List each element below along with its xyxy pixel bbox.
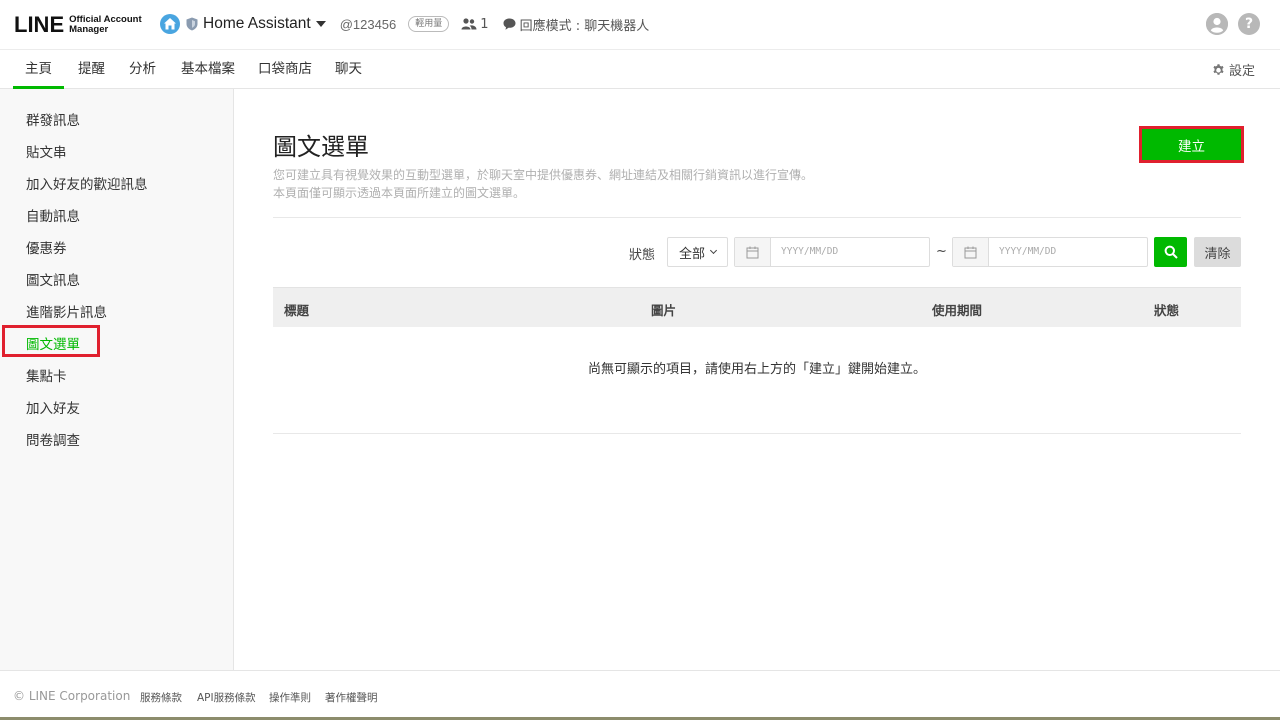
search-button[interactable] (1154, 237, 1187, 267)
logo-sub-text: Official Account Manager (69, 15, 142, 35)
footer-link-copyright[interactable]: 著作權聲明 (325, 690, 378, 705)
table-bottom-divider (273, 433, 1241, 434)
date-from-input[interactable]: YYYY/MM/DD (734, 237, 930, 267)
tab-chat[interactable]: 聊天 (335, 50, 362, 89)
account-name: Home Assistant (203, 15, 311, 32)
home-icon (164, 18, 176, 30)
date-range-separator: ~ (936, 244, 947, 259)
calendar-glyph (746, 246, 759, 258)
tab-profile[interactable]: 基本檔案 (181, 50, 235, 89)
tab-analytics[interactable]: 分析 (129, 50, 156, 89)
chevron-down-icon (709, 246, 718, 255)
create-button[interactable]: 建立 (1142, 129, 1241, 160)
footer-link-terms[interactable]: 服務條款 (140, 690, 182, 705)
description-line-1: 您可建立具有視覺效果的互動型選單，於聊天室中提供優惠券、網址連結及相關行銷資訊以… (273, 168, 814, 182)
gear-icon (1213, 63, 1224, 75)
account-switcher[interactable]: Home Assistant @123456 輕用量 1 回應模式 : 聊天機器… (160, 13, 649, 35)
sidebar-item-auto-reply[interactable]: 自動訊息 (26, 205, 80, 225)
header-divider (273, 217, 1241, 218)
users-icon (461, 18, 477, 30)
logo-sub-line-2: Manager (69, 24, 109, 35)
page-description: 您可建立具有視覺效果的互動型選單，於聊天室中提供優惠券、網址連結及相關行銷資訊以… (273, 166, 813, 202)
footer-link-api-terms[interactable]: API服務條款 (197, 690, 256, 705)
status-select-value: 全部 (678, 246, 705, 262)
chat-bubble-icon (503, 18, 516, 30)
tab-notifications[interactable]: 提醒 (78, 50, 105, 89)
copyright: © LINE Corporation (13, 689, 131, 703)
column-status[interactable]: 狀態 (1154, 300, 1179, 319)
sidebar-item-coupons[interactable]: 優惠券 (26, 237, 67, 257)
column-period[interactable]: 使用期間 (932, 300, 982, 319)
status-filter-label: 狀態 (629, 248, 656, 263)
sidebar-item-rich-video[interactable]: 進階影片訊息 (26, 301, 107, 321)
footer: © LINE Corporation 服務條款 API服務條款 操作準則 著作權… (0, 670, 1280, 720)
clear-button[interactable]: 清除 (1194, 237, 1241, 267)
user-icon (1206, 13, 1228, 35)
shield-icon (186, 17, 198, 31)
sidebar-item-add-friend[interactable]: 加入好友 (26, 397, 80, 417)
date-to-placeholder: YYYY/MM/DD (999, 246, 1057, 257)
sidebar-item-survey[interactable]: 問卷調查 (26, 429, 80, 449)
sidebar-item-rich-message[interactable]: 圖文訊息 (26, 269, 80, 289)
tab-shop[interactable]: 口袋商店 (258, 50, 312, 89)
sidebar: 群發訊息 貼文串 加入好友的歡迎訊息 自動訊息 優惠券 圖文訊息 進階影片訊息 … (0, 89, 234, 670)
create-button-highlight: 建立 (1139, 126, 1244, 163)
column-image: 圖片 (651, 303, 677, 318)
settings-link[interactable]: 設定 (1212, 50, 1255, 88)
plan-badge: 輕用量 (408, 16, 450, 32)
sidebar-item-greeting[interactable]: 加入好友的歡迎訊息 (26, 173, 148, 193)
account-avatar (160, 14, 180, 34)
sidebar-item-broadcast[interactable]: 群發訊息 (26, 109, 80, 129)
header-icons: ? (1196, 13, 1260, 35)
status-select[interactable]: 全部 (667, 237, 728, 267)
chevron-down-icon (315, 21, 326, 27)
tab-home[interactable]: 主頁 (13, 50, 64, 89)
sidebar-item-reward-card[interactable]: 集點卡 (26, 365, 67, 385)
search-icon (1164, 245, 1178, 259)
empty-state-message: 尚無可顯示的項目，請使用右上方的「建立」鍵開始建立。 (587, 362, 926, 377)
logo-main-text: LINE (14, 12, 65, 37)
account-id: @123456 (339, 16, 397, 32)
line-logo[interactable]: LINE Official Account Manager (14, 12, 142, 38)
reply-mode-label: 回應模式 : 聊天機器人 (519, 18, 650, 34)
column-title[interactable]: 標題 (284, 300, 309, 319)
footer-link-guidelines[interactable]: 操作準則 (269, 690, 311, 705)
calendar-glyph (964, 246, 977, 258)
date-from-placeholder: YYYY/MM/DD (781, 246, 839, 257)
help-icon[interactable]: ? (1238, 13, 1260, 35)
main-nav: 主頁 提醒 分析 基本檔案 口袋商店 聊天 設定 (0, 50, 1280, 89)
reply-mode[interactable]: 回應模式 : 聊天機器人 (503, 15, 650, 34)
friend-count-value: 1 (480, 16, 489, 32)
settings-label: 設定 (1228, 63, 1255, 79)
date-to-input[interactable]: YYYY/MM/DD (952, 237, 1148, 267)
calendar-icon (953, 238, 989, 266)
page-title: 圖文選單 (273, 133, 369, 161)
user-profile-icon[interactable] (1206, 13, 1228, 35)
friend-count: 1 (461, 16, 489, 32)
description-line-2: 本頁面僅可顯示透過本頁面所建立的圖文選單。 (273, 186, 526, 200)
table-header: 標題 圖片 使用期間 狀態 (273, 287, 1241, 327)
calendar-icon (735, 238, 771, 266)
sidebar-item-rich-menu[interactable]: 圖文選單 (26, 333, 80, 353)
sidebar-item-timeline[interactable]: 貼文串 (26, 141, 67, 161)
top-header: LINE Official Account Manager Home Assis… (0, 0, 1280, 50)
